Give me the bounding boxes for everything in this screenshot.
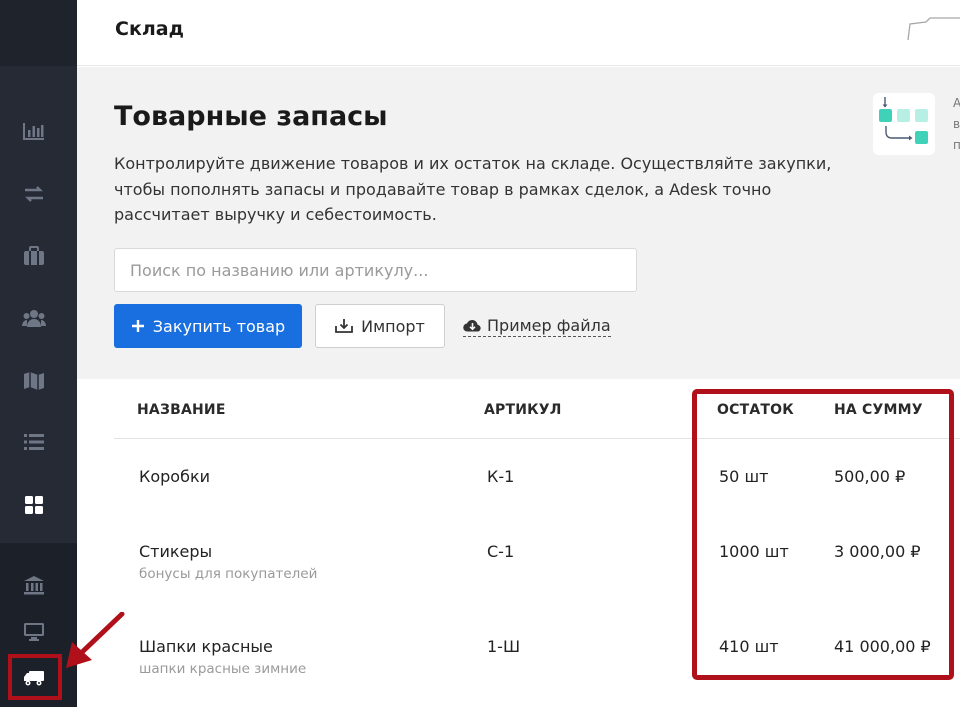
- row-sku: К-1: [487, 467, 515, 486]
- buy-product-button[interactable]: Закупить товар: [114, 304, 302, 348]
- page-title: Склад: [115, 18, 184, 40]
- top-header: Склад: [77, 0, 960, 66]
- section-description: Контролируйте движение товаров и их оста…: [114, 154, 832, 224]
- sample-file-link[interactable]: Пример файла: [463, 316, 611, 337]
- plus-icon: [131, 320, 144, 332]
- import-button[interactable]: Импорт: [315, 304, 445, 348]
- list-icon[interactable]: [22, 430, 46, 454]
- intro-panel: Товарные запасы Контролируйте движение т…: [77, 67, 960, 379]
- bar-chart-icon[interactable]: [22, 119, 46, 143]
- buy-product-label: Закупить товар: [152, 316, 286, 336]
- section-title: Товарные запасы: [114, 101, 388, 132]
- search-input[interactable]: [114, 248, 637, 292]
- cloud-download-icon: [463, 319, 481, 332]
- column-header-name[interactable]: НАЗВАНИЕ: [137, 402, 226, 418]
- arrows-exchange-icon[interactable]: [22, 182, 46, 206]
- row-subtitle: бонусы для покупателей: [139, 566, 318, 582]
- row-name: Стикеры: [139, 542, 213, 561]
- workflow-diagram-icon: [879, 97, 928, 144]
- workflow-illustration: [873, 93, 935, 155]
- users-icon[interactable]: [22, 306, 46, 330]
- import-icon: [335, 319, 354, 333]
- row-subtitle: шапки красные зимние: [139, 661, 307, 677]
- intro-side-text: А в п: [953, 96, 960, 152]
- sample-file-label: Пример файла: [487, 316, 611, 335]
- bank-icon[interactable]: [22, 573, 46, 597]
- sparkline-icon: [907, 17, 960, 41]
- map-icon[interactable]: [22, 369, 46, 393]
- annotation-arrow-icon: [66, 612, 125, 668]
- annotation-highlight-warehouse-icon: [8, 654, 62, 700]
- monitor-icon[interactable]: [22, 620, 46, 644]
- grid-icon[interactable]: [22, 493, 46, 517]
- sidebar: [0, 0, 77, 707]
- row-name: Шапки красные: [139, 637, 273, 656]
- import-label: Импорт: [361, 316, 425, 336]
- briefcase-icon[interactable]: [22, 244, 46, 268]
- annotation-highlight-stock-columns: [692, 389, 954, 680]
- column-header-sku[interactable]: АРТИКУЛ: [484, 402, 562, 418]
- row-sku: С-1: [487, 542, 515, 561]
- row-name: Коробки: [139, 467, 211, 486]
- sidebar-logo-area: [0, 0, 77, 66]
- row-sku: 1-Ш: [487, 637, 521, 656]
